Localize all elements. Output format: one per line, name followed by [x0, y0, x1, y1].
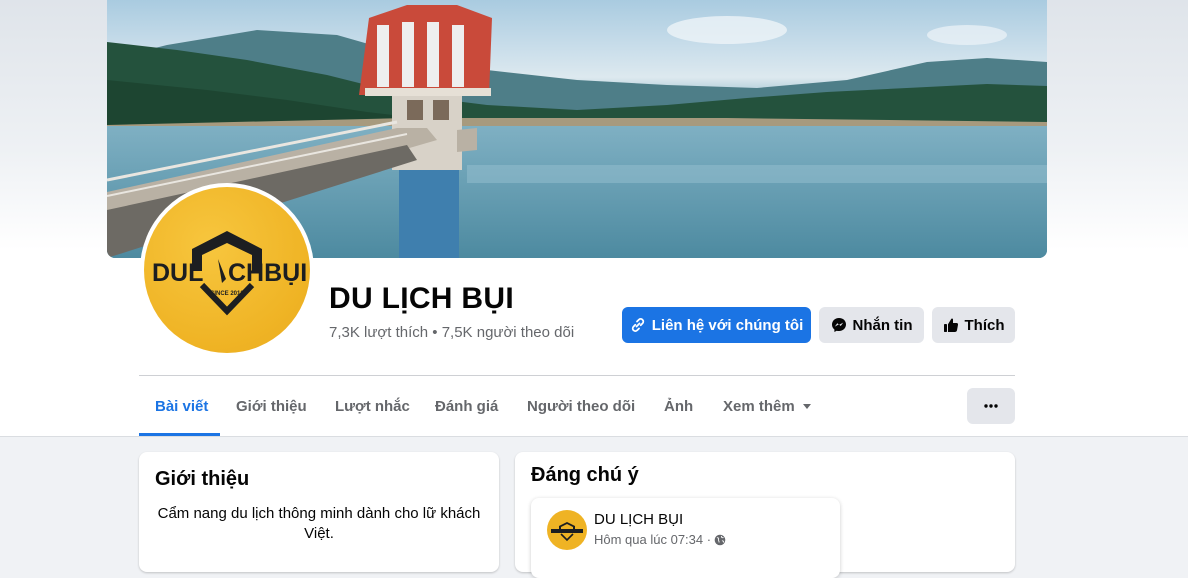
messenger-icon	[831, 318, 846, 332]
tabs-divider	[139, 375, 1015, 376]
logo-text-right: CHBỤI	[228, 259, 307, 287]
see-more-label: Xem thêm	[723, 397, 795, 415]
caret-down-icon	[802, 404, 811, 409]
featured-post[interactable]: DU LỊCH BỤI Hôm qua lúc 07:34 ·	[531, 498, 840, 578]
globe-icon	[714, 534, 726, 545]
tab-see-more[interactable]: Xem thêm	[723, 388, 813, 424]
post-author-avatar[interactable]	[547, 510, 587, 550]
contact-us-button[interactable]: Liên hệ với chúng tôi	[622, 307, 811, 343]
tab-followers[interactable]: Người theo dõi	[527, 388, 635, 424]
link-icon	[631, 318, 644, 332]
intro-card: Giới thiệu Cẩm nang du lịch thông minh d…	[139, 452, 499, 572]
tab-reviews[interactable]: Đánh giá	[435, 388, 498, 424]
likes-count[interactable]: 7,3K lượt thích	[329, 324, 428, 341]
tab-posts[interactable]: Bài viết	[155, 388, 208, 424]
message-button[interactable]: Nhắn tin	[819, 307, 924, 343]
post-author-name[interactable]: DU LỊCH BỤI	[594, 511, 683, 528]
contact-us-label: Liên hệ với chúng tôi	[651, 316, 804, 334]
like-button[interactable]: Thích	[932, 307, 1015, 343]
thumbs-up-icon	[943, 318, 958, 332]
page-stats: 7,3K lượt thích • 7,5K người theo dõi	[329, 324, 574, 341]
post-timestamp: Hôm qua lúc 07:34 ·	[594, 532, 726, 547]
tab-mentions[interactable]: Lượt nhắc	[335, 388, 410, 424]
featured-title: Đáng chú ý	[531, 464, 639, 486]
intro-description: Cẩm nang du lịch thông minh dành cho lữ …	[157, 505, 481, 542]
followers-count[interactable]: 7,5K người theo dõi	[442, 324, 574, 341]
post-time-text[interactable]: Hôm qua lúc 07:34 ·	[594, 532, 711, 547]
like-label: Thích	[964, 316, 1005, 334]
page-title: DU LỊCH BỤI	[329, 282, 514, 315]
ellipsis-icon	[984, 404, 998, 408]
more-options-button[interactable]	[967, 388, 1015, 424]
tab-photos[interactable]: Ảnh	[664, 388, 693, 424]
stats-separator: •	[432, 324, 438, 341]
page-logo: DUL CHBỤI SINCE 2013	[144, 187, 310, 353]
tab-about[interactable]: Giới thiệu	[236, 388, 307, 424]
header-divider	[0, 436, 1188, 437]
logo-text-left: DUL	[152, 259, 203, 287]
intro-title: Giới thiệu	[155, 468, 250, 490]
logo-since: SINCE 2013	[210, 291, 244, 297]
message-label: Nhắn tin	[852, 316, 913, 334]
profile-picture[interactable]: DUL CHBỤI SINCE 2013	[140, 183, 314, 357]
